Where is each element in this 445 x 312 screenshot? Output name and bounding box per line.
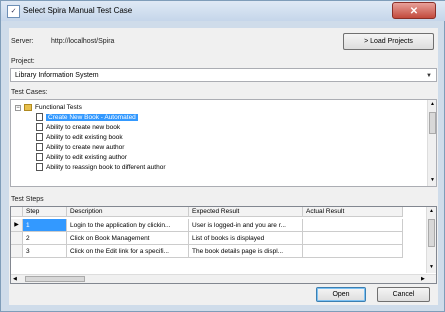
tree-item[interactable]: Ability to create new author bbox=[36, 143, 124, 152]
dialog-window: ✓ Select Spira Manual Test Case ✕ Server… bbox=[0, 0, 445, 312]
grid-vertical-scrollbar[interactable]: ▲ ▼ bbox=[426, 207, 436, 273]
row-header-corner bbox=[11, 207, 23, 217]
tree-item[interactable]: Ability to create new book bbox=[36, 123, 120, 132]
project-select[interactable]: Library Information System ▼ bbox=[10, 68, 437, 82]
tree-item-label: Ability to reassign book to different au… bbox=[46, 164, 166, 171]
server-label: Server: bbox=[11, 38, 34, 45]
scrollbar-thumb[interactable] bbox=[429, 112, 436, 134]
tree-item-label: Ability to create new author bbox=[46, 144, 125, 151]
tree-item-label: Create New Book - Automated bbox=[46, 114, 138, 121]
test-cases-tree[interactable]: − Functional Tests Create New Book - Aut… bbox=[10, 99, 437, 187]
test-case-icon bbox=[36, 143, 43, 152]
tree-item[interactable]: Ability to edit existing author bbox=[36, 153, 127, 162]
chevron-down-icon: ▼ bbox=[426, 73, 432, 79]
table-cell-actual-result[interactable] bbox=[303, 219, 403, 232]
load-projects-button[interactable]: > Load Projects bbox=[343, 33, 434, 50]
project-label: Project: bbox=[11, 58, 35, 65]
table-cell-description[interactable]: Click on Book Management bbox=[67, 232, 189, 245]
window-title: Select Spira Manual Test Case bbox=[23, 6, 133, 15]
scroll-left-icon[interactable]: ◀ bbox=[13, 276, 17, 282]
test-steps-label: Test Steps bbox=[11, 196, 44, 203]
tree-item-label: Ability to edit existing author bbox=[46, 154, 127, 161]
folder-icon bbox=[24, 103, 32, 111]
tree-vertical-scrollbar[interactable]: ▲ ▼ bbox=[427, 100, 436, 186]
test-steps-grid[interactable]: Step Description Expected Result Actual … bbox=[10, 206, 437, 284]
table-cell-expected-result[interactable]: User is logged-in and you are r... bbox=[189, 219, 303, 232]
close-button[interactable]: ✕ bbox=[392, 2, 436, 19]
title-bar[interactable]: ✓ Select Spira Manual Test Case ✕ bbox=[1, 1, 445, 21]
table-cell-description[interactable]: Click on the Edit link for a specifi... bbox=[67, 245, 189, 258]
row-header[interactable] bbox=[11, 232, 23, 245]
table-cell-actual-result[interactable] bbox=[303, 232, 403, 245]
test-case-icon bbox=[36, 163, 43, 172]
grid-horizontal-scrollbar[interactable]: ◀ ▶ bbox=[11, 274, 436, 283]
open-button[interactable]: Open bbox=[316, 287, 366, 302]
test-case-icon bbox=[36, 113, 43, 122]
tree-root-label: Functional Tests bbox=[35, 104, 82, 111]
scroll-up-icon[interactable]: ▲ bbox=[429, 208, 434, 214]
tree-item[interactable]: Create New Book - Automated bbox=[36, 113, 138, 122]
scrollbar-thumb[interactable] bbox=[428, 219, 435, 247]
collapse-icon[interactable]: − bbox=[15, 105, 21, 111]
server-value: http://localhost/Spira bbox=[51, 38, 115, 45]
table-cell-description[interactable]: Login to the application by clickin... bbox=[67, 219, 189, 232]
row-header[interactable] bbox=[11, 245, 23, 258]
test-case-icon bbox=[36, 133, 43, 142]
cancel-button[interactable]: Cancel bbox=[377, 287, 430, 302]
table-cell-expected-result[interactable]: List of books is displayed bbox=[189, 232, 303, 245]
table-cell-step[interactable]: 3 bbox=[23, 245, 67, 258]
project-select-value: Library Information System bbox=[15, 72, 99, 79]
dialog-client-area: Server: http://localhost/Spira > Load Pr… bbox=[9, 28, 438, 305]
test-case-icon bbox=[36, 153, 43, 162]
tree-root-functional-tests[interactable]: Functional Tests bbox=[24, 103, 82, 112]
table-cell-step[interactable]: 1 bbox=[23, 219, 67, 232]
column-header-step[interactable]: Step bbox=[23, 207, 67, 217]
tree-item-label: Ability to create new book bbox=[46, 124, 121, 131]
table-cell-actual-result[interactable] bbox=[303, 245, 403, 258]
table-cell-expected-result[interactable]: The book details page is displ... bbox=[189, 245, 303, 258]
scroll-down-icon[interactable]: ▼ bbox=[430, 177, 435, 183]
scroll-right-icon[interactable]: ▶ bbox=[421, 276, 425, 282]
table-cell-step[interactable]: 2 bbox=[23, 232, 67, 245]
tree-item[interactable]: Ability to reassign book to different au… bbox=[36, 163, 165, 172]
column-header-expected-result[interactable]: Expected Result bbox=[189, 207, 303, 217]
column-header-actual-result[interactable]: Actual Result bbox=[303, 207, 403, 217]
scroll-down-icon[interactable]: ▼ bbox=[429, 264, 434, 270]
test-case-icon bbox=[36, 123, 43, 132]
test-cases-label: Test Cases: bbox=[11, 89, 48, 96]
scroll-up-icon[interactable]: ▲ bbox=[430, 101, 435, 107]
tree-item[interactable]: Ability to edit existing book bbox=[36, 133, 123, 142]
tree-item-label: Ability to edit existing book bbox=[46, 134, 123, 141]
scrollbar-thumb[interactable] bbox=[25, 276, 85, 282]
app-icon: ✓ bbox=[7, 5, 20, 18]
row-header-current[interactable]: ▶ bbox=[11, 219, 23, 232]
column-header-description[interactable]: Description bbox=[67, 207, 189, 217]
